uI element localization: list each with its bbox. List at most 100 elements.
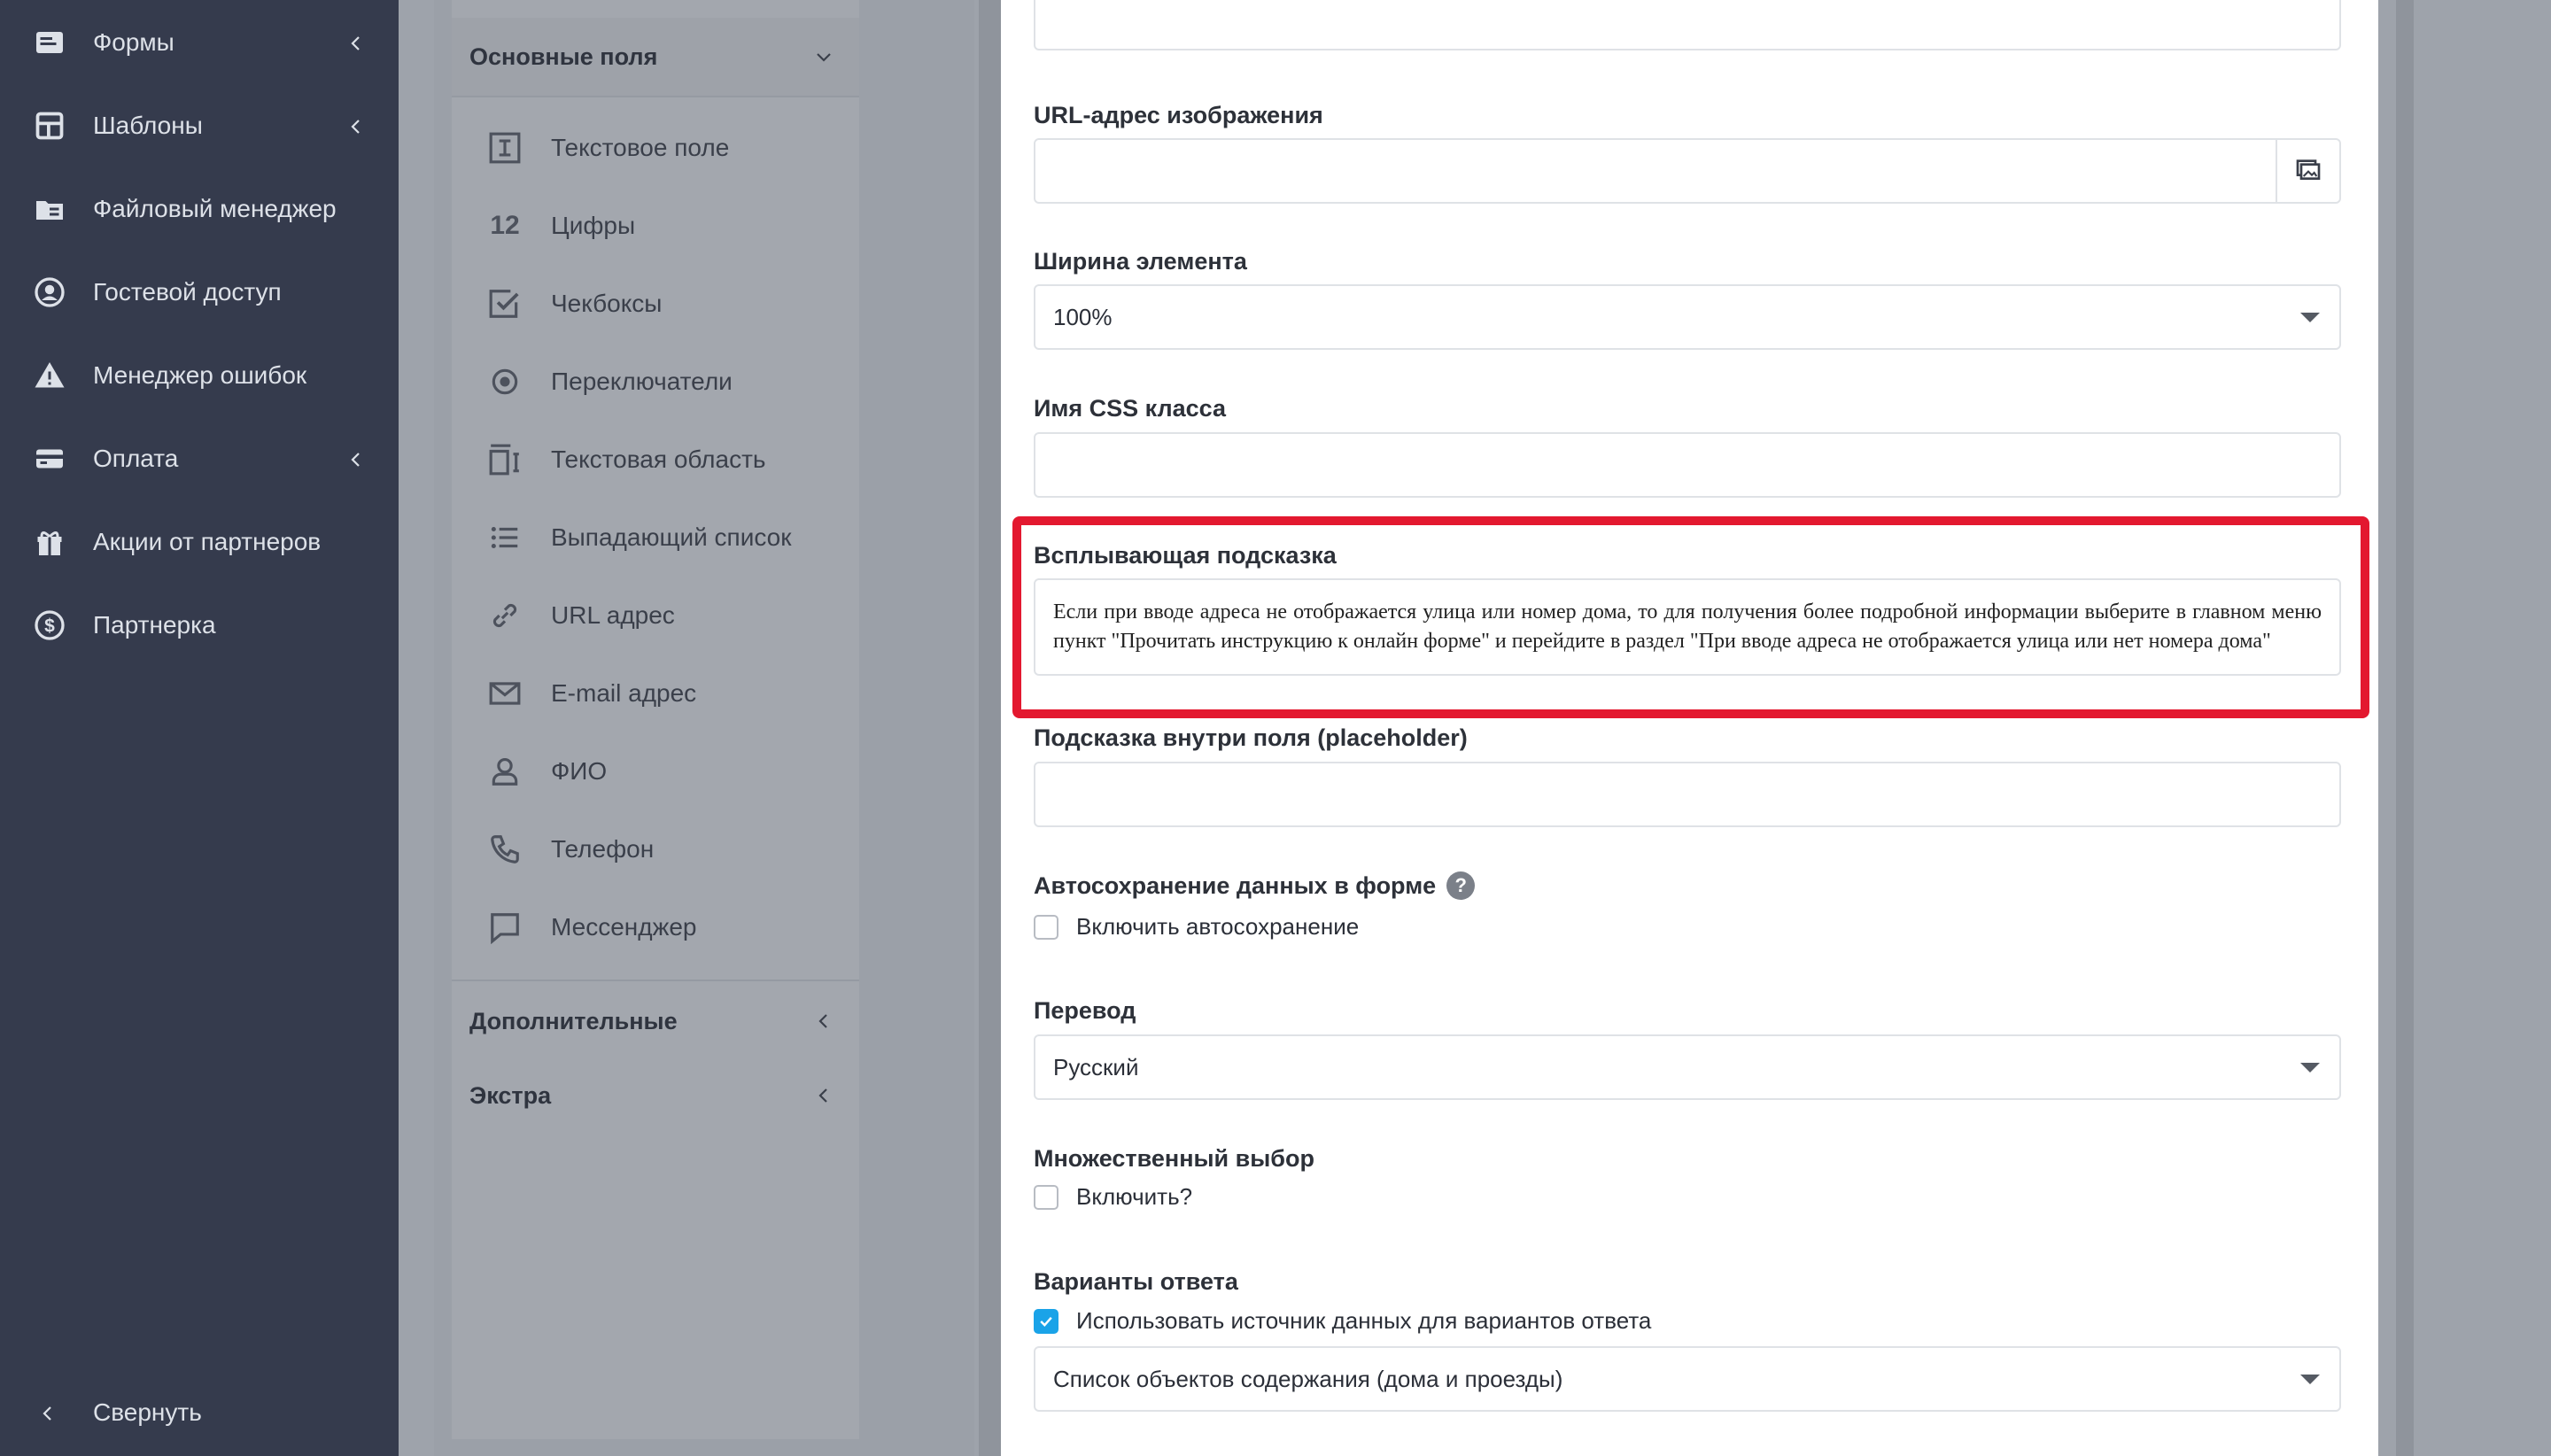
- sidebar-item-forms[interactable]: Формы: [0, 3, 399, 82]
- sidebar-item-affiliate[interactable]: $ Партнерка: [0, 585, 399, 665]
- width-select[interactable]: 100%: [1034, 284, 2341, 350]
- user-icon: [487, 754, 523, 789]
- group-extra[interactable]: Экстра: [452, 1056, 859, 1135]
- chevron-left-icon: [813, 1011, 834, 1032]
- group-label: Экстра: [469, 1081, 552, 1109]
- image-url-label: URL-адрес изображения: [1034, 102, 1323, 128]
- guest-user-icon: [32, 275, 67, 310]
- field-radios[interactable]: Переключатели: [452, 343, 859, 421]
- sidebar-item-payment[interactable]: Оплата: [0, 419, 399, 499]
- field-dropdown[interactable]: Выпадающий список: [452, 499, 859, 577]
- multiple-checkbox-label: Включить?: [1076, 1183, 1193, 1210]
- right-backdrop: [2392, 0, 2551, 1456]
- css-class-input[interactable]: [1034, 432, 2341, 498]
- sidebar-item-label: Гостевой доступ: [93, 278, 282, 306]
- placeholder-label: Подсказка внутри поля (placeholder): [1034, 724, 1468, 751]
- sidebar-item-label: Партнерка: [93, 611, 216, 639]
- datasource-select[interactable]: Список объектов содержания (дома и проез…: [1034, 1346, 2341, 1412]
- tooltip-highlight-frame: [1012, 516, 2369, 718]
- autosave-label-text: Автосохранение данных в форме: [1034, 871, 1437, 899]
- previous-input[interactable]: [1034, 0, 2341, 50]
- width-value: 100%: [1053, 304, 1113, 330]
- sidebar-item-label: Оплата: [93, 445, 179, 472]
- sidebar: Формы Шаблоны Файловый менеджер Гостевой…: [0, 0, 399, 1456]
- field-checkboxes[interactable]: Чекбоксы: [452, 265, 859, 343]
- help-icon[interactable]: ?: [1446, 871, 1476, 900]
- answer-options-label: Варианты ответа: [1034, 1268, 1238, 1295]
- phone-icon: [487, 832, 523, 867]
- image-url-input[interactable]: [1034, 138, 2341, 204]
- sidebar-item-error-manager[interactable]: Менеджер ошибок: [0, 336, 399, 415]
- field-label: Чекбоксы: [551, 290, 663, 317]
- translation-select[interactable]: Русский: [1034, 1034, 2341, 1100]
- sidebar-item-partner-promotions[interactable]: Акции от партнеров: [0, 502, 399, 582]
- datasource-checkbox[interactable]: [1034, 1308, 1058, 1334]
- sidebar-item-guest-access[interactable]: Гостевой доступ: [0, 252, 399, 332]
- image-icon: [2294, 155, 2322, 188]
- css-class-label: Имя CSS класса: [1034, 395, 1227, 422]
- checkmark-icon: [1040, 1316, 1052, 1327]
- group-basic-fields[interactable]: Основные поля: [452, 18, 859, 97]
- dollar-icon: $: [32, 608, 67, 643]
- field-url[interactable]: URL адрес: [452, 577, 859, 654]
- chevron-left-icon: [37, 1402, 58, 1423]
- sidebar-item-templates[interactable]: Шаблоны: [0, 86, 399, 166]
- autosave-checkbox[interactable]: [1034, 914, 1058, 940]
- field-label: Телефон: [551, 835, 655, 863]
- autosave-checkbox-label: Включить автосохранение: [1076, 913, 1360, 940]
- field-label: Выпадающий список: [551, 523, 792, 551]
- multiple-checkbox[interactable]: [1034, 1184, 1058, 1210]
- width-label: Ширина элемента: [1034, 248, 1247, 275]
- sidebar-item-label: Акции от партнеров: [93, 528, 322, 555]
- text-field-icon: [487, 130, 523, 166]
- field-email[interactable]: E-mail адрес: [452, 654, 859, 732]
- file-manager-icon: [32, 191, 67, 227]
- field-text[interactable]: Текстовое поле: [452, 109, 859, 187]
- field-full-name[interactable]: ФИО: [452, 732, 859, 810]
- translation-label: Перевод: [1034, 997, 1136, 1024]
- caret-down-icon: [2300, 1063, 2320, 1073]
- field-label: Текстовая область: [551, 445, 766, 473]
- sidebar-item-label: Шаблоны: [93, 112, 203, 139]
- group-label: Основные поля: [469, 43, 658, 70]
- field-textarea[interactable]: Текстовая область: [452, 421, 859, 499]
- svg-text:$: $: [44, 616, 55, 637]
- field-label: Текстовое поле: [551, 134, 730, 161]
- templates-icon: [32, 108, 67, 143]
- group-additional[interactable]: Дополнительные: [452, 981, 859, 1061]
- datasource-checkbox-row[interactable]: Использовать источник данных для вариант…: [1034, 1307, 1651, 1335]
- datasource-value: Список объектов содержания (дома и проез…: [1053, 1366, 1563, 1392]
- field-phone[interactable]: Телефон: [452, 810, 859, 888]
- numbers-icon: 12: [490, 211, 520, 240]
- list-icon: [487, 520, 523, 555]
- chevron-left-icon: [345, 448, 367, 469]
- placeholder-input[interactable]: [1034, 762, 2341, 827]
- field-numbers[interactable]: 12 Цифры: [452, 187, 859, 265]
- autosave-checkbox-row[interactable]: Включить автосохранение: [1034, 913, 1359, 941]
- field-palette: Основные поля Текстовое поле 12 Цифры Че…: [452, 0, 859, 1439]
- translation-value: Русский: [1053, 1054, 1139, 1080]
- autosave-label: Автосохранение данных в форме ?: [1034, 871, 1476, 900]
- field-label: URL адрес: [551, 601, 675, 629]
- sidebar-item-label: Менеджер ошибок: [93, 361, 307, 389]
- credit-card-icon: [32, 441, 67, 476]
- group-label: Дополнительные: [469, 1007, 678, 1034]
- collapse-sidebar-button[interactable]: Свернуть: [0, 1373, 399, 1452]
- image-picker-button[interactable]: [2276, 140, 2339, 202]
- sidebar-item-label: Файловый менеджер: [93, 195, 337, 222]
- textarea-icon: [487, 442, 523, 477]
- gift-icon: [32, 524, 67, 560]
- chevron-left-icon: [345, 32, 367, 53]
- right-backdrop-edge: [2396, 0, 2414, 1456]
- field-label: Цифры: [551, 212, 636, 239]
- field-label: E-mail адрес: [551, 679, 697, 707]
- chevron-left-icon: [345, 115, 367, 136]
- forms-icon: [32, 25, 67, 60]
- chevron-left-icon: [813, 1085, 834, 1106]
- field-messenger[interactable]: Мессенджер: [452, 888, 859, 966]
- multiple-checkbox-row[interactable]: Включить?: [1034, 1183, 1192, 1211]
- sidebar-item-file-manager[interactable]: Файловый менеджер: [0, 169, 399, 249]
- caret-down-icon: [2300, 1375, 2320, 1384]
- field-label: Мессенджер: [551, 913, 697, 941]
- chat-icon: [487, 910, 523, 945]
